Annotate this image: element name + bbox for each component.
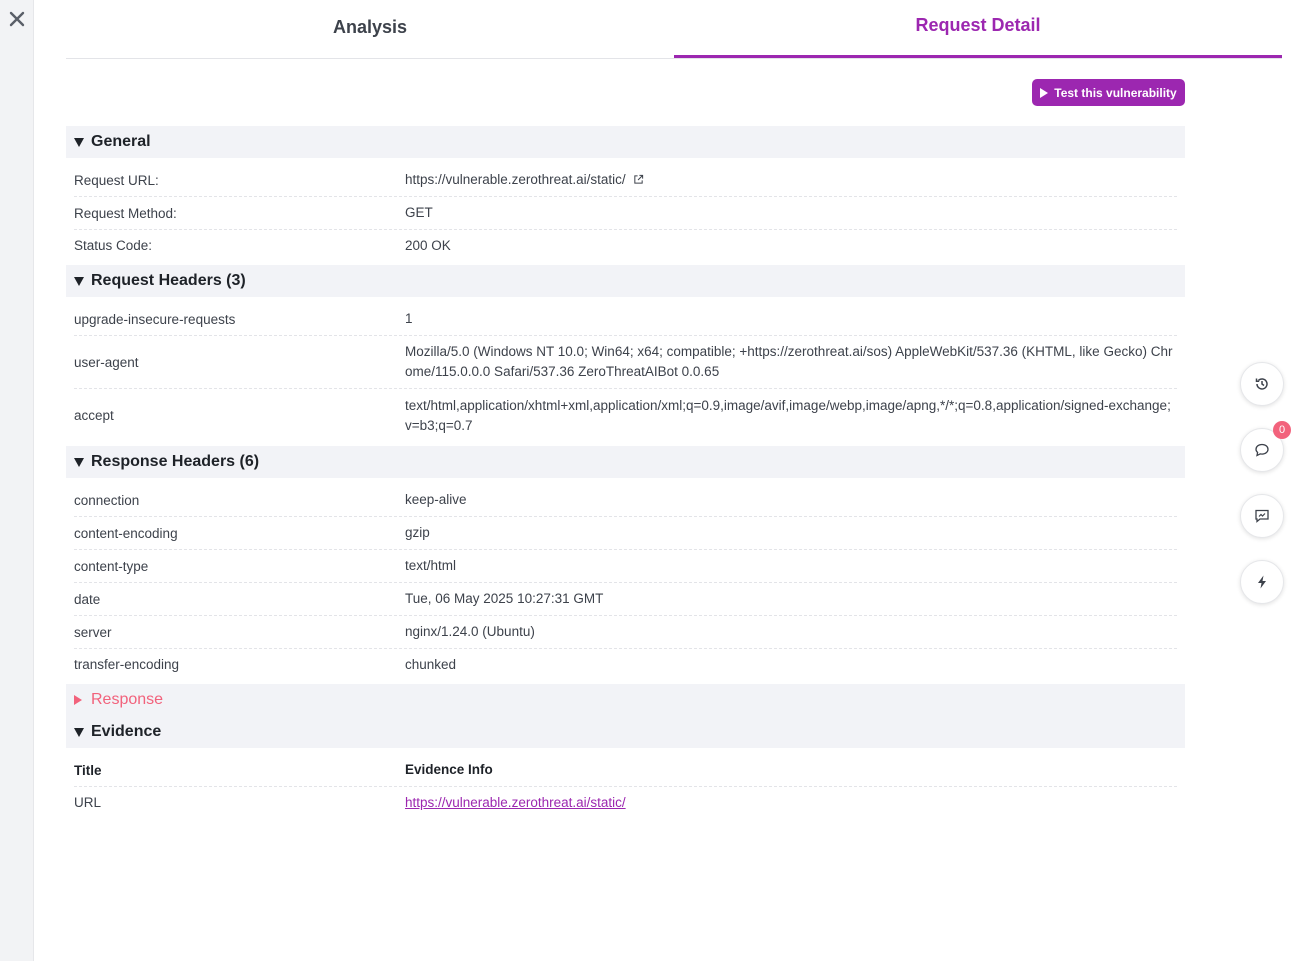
test-vulnerability-button[interactable]: Test this vulnerability [1032, 79, 1185, 106]
section-title: Request Headers (3) [91, 272, 246, 289]
row-value: chunked [405, 656, 457, 672]
collapse-triangle-icon [74, 276, 84, 286]
row-value: Mozilla/5.0 (Windows NT 10.0; Win64; x64… [405, 344, 1173, 379]
tab-analysis[interactable]: Analysis [66, 0, 674, 58]
bolt-icon [1258, 575, 1266, 589]
history-icon [1255, 378, 1268, 390]
row-key: content-type [74, 558, 149, 574]
row-key: URL [74, 795, 102, 810]
chat-icon [1255, 509, 1269, 523]
external-link-icon[interactable] [633, 174, 644, 185]
left-rail [0, 0, 34, 961]
row-value: Tue, 06 May 2025 10:27:31 GMT [405, 591, 604, 606]
evidence-url-link[interactable]: https://vulnerable.zerothreat.ai/static/ [405, 795, 626, 810]
row-value: text/html,application/xhtml+xml,applicat… [405, 397, 1171, 433]
row-key: accept [74, 408, 114, 423]
table-row: upgrade-insecure-requests 1 [74, 303, 1177, 336]
table-row: content-encoding gzip [74, 517, 1177, 550]
collapse-triangle-icon [74, 727, 84, 737]
close-icon [9, 11, 25, 27]
section-general-header[interactable]: General [66, 126, 1185, 158]
test-vulnerability-label: Test this vulnerability [1054, 85, 1177, 100]
section-title: General [91, 133, 151, 150]
row-key: content-encoding [74, 525, 178, 541]
evidence-rows: Title Evidence Info URL https://vulnerab… [66, 748, 1185, 822]
table-row: accept text/html,application/xhtml+xml,a… [74, 389, 1177, 442]
section-title: Response Headers (6) [91, 453, 260, 470]
section-evidence-header[interactable]: Evidence [66, 716, 1185, 748]
row-value: gzip [405, 525, 430, 540]
row-key: user-agent [74, 354, 139, 370]
row-key: connection [74, 492, 140, 508]
row-value: text/html [405, 558, 457, 573]
close-button[interactable] [6, 8, 28, 30]
expand-triangle-icon [74, 695, 82, 705]
general-rows: Request URL: https://vulnerable.zerothre… [66, 158, 1185, 265]
section-title: Response [91, 691, 164, 708]
row-value: https://vulnerable.zerothreat.ai/static/ [405, 793, 1177, 813]
table-row: user-agent Mozilla/5.0 (Windows NT 10.0;… [74, 336, 1177, 389]
collapse-triangle-icon [74, 137, 84, 147]
row-value: 1 [405, 311, 413, 326]
table-row: connection keep-alive [74, 484, 1177, 517]
collapse-triangle-icon [74, 457, 84, 467]
column-header-evidence-info: Evidence Info [405, 762, 493, 777]
row-key: server [74, 624, 112, 640]
comments-count-badge: 0 [1273, 421, 1291, 439]
response-headers-rows: connection keep-alive content-encoding g… [66, 478, 1185, 684]
section-request-headers-header[interactable]: Request Headers (3) [66, 265, 1185, 297]
row-value: keep-alive [405, 492, 467, 507]
table-row: Status Code: 200 OK [74, 230, 1177, 261]
section-response-headers-header[interactable]: Response Headers (6) [66, 446, 1185, 478]
table-row: Request Method: GET [74, 197, 1177, 230]
table-row: URL https://vulnerable.zerothreat.ai/sta… [74, 787, 1177, 818]
history-button[interactable] [1240, 362, 1284, 406]
row-value: 200 OK [405, 237, 451, 253]
table-row: content-type text/html [74, 550, 1177, 583]
row-value: https://vulnerable.zerothreat.ai/static/ [405, 170, 1177, 190]
request-headers-rows: upgrade-insecure-requests 1 user-agent M… [66, 297, 1185, 446]
play-icon [1040, 87, 1049, 98]
row-key: Status Code: [74, 238, 153, 253]
quick-action-button[interactable] [1240, 560, 1284, 604]
row-key: date [74, 591, 101, 607]
chat-button[interactable] [1240, 494, 1284, 538]
table-header-row: Title Evidence Info [74, 754, 1177, 787]
table-row: transfer-encoding chunked [74, 649, 1177, 680]
row-key: upgrade-insecure-requests [74, 311, 236, 327]
row-value: nginx/1.24.0 (Ubuntu) [405, 624, 535, 639]
table-row: server nginx/1.24.0 (Ubuntu) [74, 616, 1177, 649]
tab-bar: Analysis Request Detail [66, 0, 1282, 59]
comments-button[interactable]: 0 [1240, 421, 1291, 472]
tab-request-detail[interactable]: Request Detail [674, 0, 1282, 58]
request-detail-content: General Request URL: https://vulnerable.… [66, 126, 1185, 822]
column-header-title: Title [74, 762, 102, 778]
row-key: Request Method: [74, 205, 177, 221]
table-row: date Tue, 06 May 2025 10:27:31 GMT [74, 583, 1177, 616]
request-url-value[interactable]: https://vulnerable.zerothreat.ai/static/ [405, 172, 626, 187]
row-key: Request URL: [74, 172, 159, 188]
row-value: GET [405, 205, 433, 220]
section-response-header[interactable]: Response [66, 684, 1185, 716]
section-title: Evidence [91, 723, 162, 740]
table-row: Request URL: https://vulnerable.zerothre… [74, 164, 1177, 197]
row-key: transfer-encoding [74, 657, 180, 672]
comment-icon [1255, 443, 1269, 457]
